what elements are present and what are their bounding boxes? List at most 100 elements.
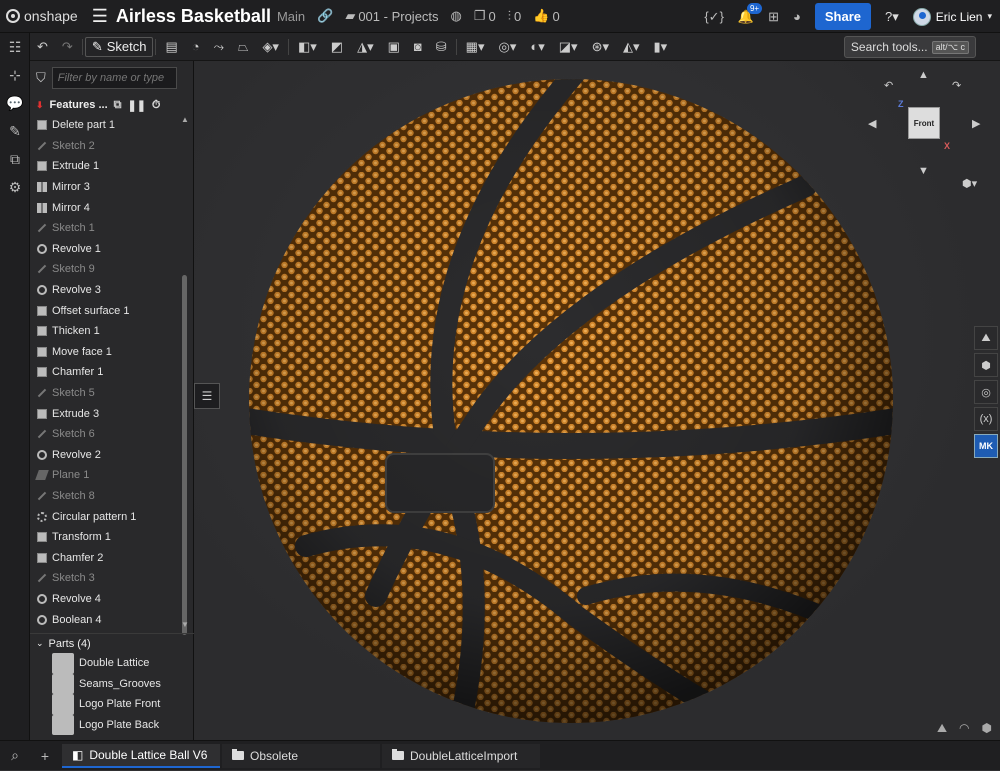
feature-item[interactable]: Chamfer 1 [30, 362, 186, 383]
split-tool-icon[interactable]: ◭▾ [616, 39, 647, 55]
draft-tool-icon[interactable]: ◮▾ [350, 39, 381, 55]
toggle-list-icon[interactable]: ☰ [194, 383, 220, 409]
feature-item[interactable]: Transform 1 [30, 527, 186, 548]
scroll-down-icon[interactable]: ▼ [181, 620, 189, 629]
view-mode-icon[interactable]: ⬢ [982, 721, 992, 736]
zoom-fit-icon[interactable]: ◠ [959, 721, 969, 736]
tree-view-icon[interactable]: ⧉ [114, 99, 122, 112]
basketball-model[interactable] [246, 76, 896, 729]
feature-item[interactable]: Extrude 3 [30, 403, 186, 424]
help-icon[interactable]: ?▾ [885, 9, 899, 25]
roll-cw-icon[interactable]: ↷ [952, 79, 961, 92]
mate-connector-tool-icon[interactable]: ⊛▾ [585, 39, 616, 55]
versions-count[interactable]: ⫶ 0 [508, 8, 521, 24]
loft-tool-icon[interactable]: ⏢ [231, 39, 255, 55]
feature-item[interactable]: Chamfer 2 [30, 547, 186, 568]
share-button[interactable]: Share [814, 3, 872, 30]
roll-ccw-icon[interactable]: ↶ [884, 79, 893, 92]
mk-app-icon[interactable]: MK [974, 434, 998, 458]
feature-item[interactable]: Circular pattern 1 [30, 506, 186, 527]
document-tab[interactable]: ◧ Double Lattice Ball V6 [62, 743, 220, 768]
feature-item[interactable]: Sketch 8 [30, 486, 186, 507]
fillet-tool-icon[interactable]: ◧▾ [291, 39, 324, 55]
sweep-tool-icon[interactable]: ⤳ [207, 39, 231, 55]
tab-manager-icon[interactable]: ⌕ [0, 741, 30, 771]
search-tools-button[interactable]: Search tools... alt/⌥ c [843, 36, 976, 58]
appearance-icon[interactable]: ◎ [974, 380, 998, 404]
filter-input[interactable] [51, 67, 177, 89]
feature-list-icon[interactable]: ☷ [0, 33, 30, 61]
document-title[interactable]: Airless Basketball [116, 6, 271, 27]
rotate-right-icon[interactable]: ▶ [972, 117, 980, 130]
feature-item[interactable]: Revolve 3 [30, 280, 186, 301]
plane-tool-icon[interactable]: ◪▾ [552, 39, 585, 55]
pause-icon[interactable]: ❚❚ [127, 99, 145, 112]
rotate-left-icon[interactable]: ◀ [868, 117, 876, 130]
variables-panel-icon[interactable]: (x) [974, 407, 998, 431]
feature-item[interactable]: Move face 1 [30, 342, 186, 363]
feature-item[interactable]: Extrude 1 [30, 156, 186, 177]
feature-list-scrollbar[interactable]: ▲ ▼ [181, 115, 189, 635]
feature-item[interactable]: Revolve 4 [30, 589, 186, 610]
part-item[interactable]: Logo Plate Front [30, 694, 194, 715]
learning-center-icon[interactable]: ◕ [793, 9, 801, 24]
rollback-icon[interactable]: ⬇ [36, 100, 44, 111]
render-mode-icon[interactable]: ⬢ [974, 353, 998, 377]
add-tab-icon[interactable]: + [30, 741, 60, 771]
feature-item[interactable]: Thicken 1 [30, 321, 186, 342]
feature-item[interactable]: Sketch 9 [30, 259, 186, 280]
extrude-tool-icon[interactable]: ▤ [158, 39, 184, 55]
feature-item[interactable]: Mirror 3 [30, 177, 186, 198]
user-menu[interactable]: Eric Lien ▾ [912, 7, 992, 26]
custom-features-icon[interactable]: {✓} [704, 9, 724, 25]
feature-item[interactable]: Delete part 1 [30, 115, 186, 136]
copies-count[interactable]: ❐ 0 [474, 8, 496, 24]
part-item[interactable]: Seams_Grooves [30, 673, 194, 695]
cube-front-face[interactable]: Front [908, 107, 940, 139]
variables-icon[interactable]: ⊹ [0, 61, 30, 89]
more-tools-icon[interactable]: ▮▾ [647, 39, 675, 55]
feature-item[interactable]: Boolean 4 [30, 609, 186, 625]
part-item[interactable]: Double Lattice [30, 653, 194, 674]
boolean-tool-icon[interactable]: ◎▾ [491, 39, 523, 55]
undo-icon[interactable]: ↶ [30, 39, 55, 55]
likes-count[interactable]: 👍 0 [533, 8, 559, 24]
timer-icon[interactable]: ⏱ [152, 99, 161, 112]
graphics-viewport[interactable]: ▲ ◀ ▶ ▼ ↶ ↷ Front Z X ⬢▾ ☰ ⛰ ⬢ ◎ (x) MK … [194, 61, 1000, 740]
feature-item[interactable]: Sketch 1 [30, 218, 186, 239]
view-cube[interactable]: ▲ ◀ ▶ ▼ ↶ ↷ Front Z X ⬢▾ [868, 69, 988, 199]
filter-icon[interactable]: ⛉ [36, 70, 46, 86]
feature-item[interactable]: Sketch 5 [30, 383, 186, 404]
shell-tool-icon[interactable]: ▣ [381, 39, 407, 55]
transform-tool-icon[interactable]: ◐▾ [523, 39, 551, 55]
onshape-logo[interactable]: onshape [0, 8, 78, 24]
rotate-down-icon[interactable]: ▼ [918, 165, 929, 177]
feature-item[interactable]: Mirror 4 [30, 197, 186, 218]
named-views-icon[interactable]: ⛰ [937, 721, 947, 736]
notifications-icon[interactable]: 🔔 9+ [738, 2, 763, 25]
cylinder-tool-icon[interactable]: ⛁ [429, 39, 454, 55]
revolve-tool-icon[interactable]: ◔ [185, 39, 207, 54]
document-tab[interactable]: Obsolete [222, 743, 380, 768]
measure-icon[interactable]: ⚙ [0, 173, 30, 201]
rotate-up-icon[interactable]: ▲ [918, 69, 929, 81]
view-options-icon[interactable]: ⬢▾ [962, 177, 977, 190]
feature-item[interactable]: Offset surface 1 [30, 300, 186, 321]
parts-header[interactable]: ⌄ Parts (4) [30, 633, 194, 653]
menu-icon[interactable]: ☰ [92, 6, 108, 27]
features-label[interactable]: Features ... [50, 99, 108, 111]
feature-item[interactable]: Revolve 2 [30, 445, 186, 466]
comments-icon[interactable]: 💬 [0, 89, 30, 117]
scroll-up-icon[interactable]: ▲ [181, 115, 189, 124]
link-icon[interactable]: 🔗 [317, 8, 333, 24]
hole-tool-icon[interactable]: ◙ [407, 39, 429, 54]
feature-item[interactable]: Plane 1 [30, 465, 186, 486]
feature-item[interactable]: Sketch 3 [30, 568, 186, 589]
thicken-tool-icon[interactable]: ◈▾ [255, 39, 286, 55]
pattern-tool-icon[interactable]: ▦▾ [459, 39, 492, 55]
feature-item[interactable]: Sketch 2 [30, 136, 186, 157]
app-store-icon[interactable]: ⊞ [768, 9, 779, 25]
branch-label[interactable]: Main [277, 9, 305, 24]
document-tab[interactable]: DoubleLatticeImport [382, 743, 540, 768]
redo-icon[interactable]: ↷ [55, 39, 80, 55]
